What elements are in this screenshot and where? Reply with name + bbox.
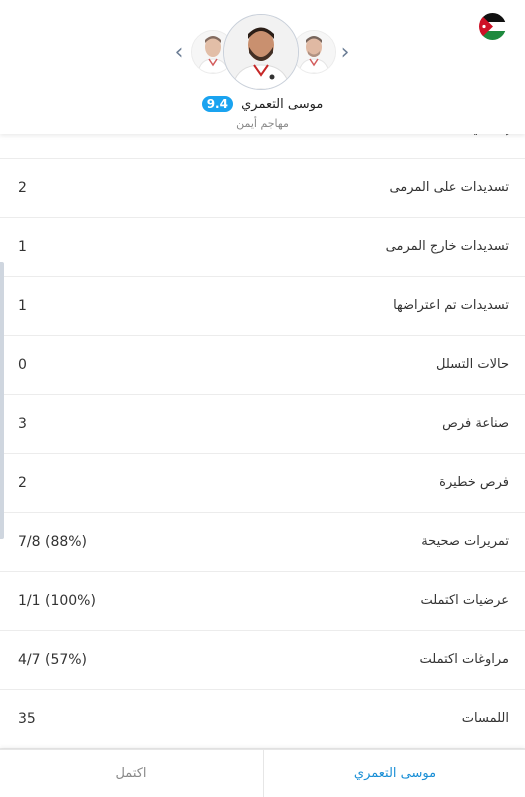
stat-row: تسديدات خارج المرمى 1 bbox=[0, 218, 525, 277]
stat-value: 4/7 (57%) bbox=[18, 652, 88, 668]
player-name-line: موسى التعمري 9.4 bbox=[0, 96, 525, 112]
stat-label: حالات التسلل bbox=[435, 357, 509, 372]
stat-row: اللمسات 35 bbox=[0, 690, 525, 749]
player-header: ‹ › موسى التعمري 9.4 مهاجم أيمن bbox=[0, 0, 525, 134]
stat-label: فرص خطيرة bbox=[439, 475, 509, 490]
player-name: موسى التعمري bbox=[241, 97, 324, 112]
stat-label: تمريرات صحيحة bbox=[421, 534, 509, 549]
stat-value: 1/1 (100%) bbox=[18, 593, 96, 609]
stat-value: 3 bbox=[18, 416, 27, 432]
stat-label: تسديدات على المرمى bbox=[389, 180, 509, 195]
stat-row: مراوغات اكتملت 4/7 (57%) bbox=[0, 631, 525, 690]
stat-row: تسديدات على المرمى 2 bbox=[0, 159, 525, 218]
stat-value: 7/8 (88%) bbox=[18, 534, 88, 550]
player-avatar bbox=[223, 14, 299, 90]
stat-value: 1 bbox=[18, 239, 27, 255]
bottom-tabs: اكتمل موسى التعمري bbox=[0, 749, 525, 797]
tab-player[interactable]: موسى التعمري bbox=[263, 750, 525, 797]
stat-value: 2 bbox=[18, 180, 27, 196]
stat-label: اللمسات bbox=[461, 711, 509, 726]
stat-value: 35 bbox=[18, 711, 36, 727]
chevron-right-icon[interactable]: › bbox=[337, 40, 353, 66]
stat-row: تمريرات صحيحة 7/8 (88%) bbox=[0, 513, 525, 572]
chevron-left-icon[interactable]: ‹ bbox=[171, 40, 187, 66]
stat-value: 0 bbox=[18, 357, 27, 373]
stat-row: عرضيات اكتملت 1/1 (100%) bbox=[0, 572, 525, 631]
stat-label: تسديدات خارج المرمى bbox=[385, 239, 509, 254]
stat-value: 2 bbox=[18, 475, 27, 491]
stat-row: حالات التسلل 0 bbox=[0, 336, 525, 395]
stat-value: 1 bbox=[18, 298, 27, 314]
tab-substitute[interactable]: اكتمل bbox=[0, 750, 262, 797]
scrollbar[interactable] bbox=[0, 262, 4, 539]
stat-label: تسديدات تم اعتراضها bbox=[393, 298, 509, 313]
stats-list: إجمالي التسديدات 4 تسديدات على المرمى 2 … bbox=[0, 100, 525, 749]
stat-label: مراوغات اكتملت bbox=[419, 652, 509, 667]
stat-label: صناعة فرص bbox=[442, 416, 509, 431]
stat-row: تسديدات تم اعتراضها 1 bbox=[0, 277, 525, 336]
player-position: مهاجم أيمن bbox=[236, 117, 289, 130]
stat-row: صناعة فرص 3 bbox=[0, 395, 525, 454]
stat-row: فرص خطيرة 2 bbox=[0, 454, 525, 513]
rating-badge: 9.4 bbox=[201, 96, 233, 112]
stat-label: عرضيات اكتملت bbox=[420, 593, 509, 608]
jordan-flag-icon bbox=[479, 13, 506, 40]
